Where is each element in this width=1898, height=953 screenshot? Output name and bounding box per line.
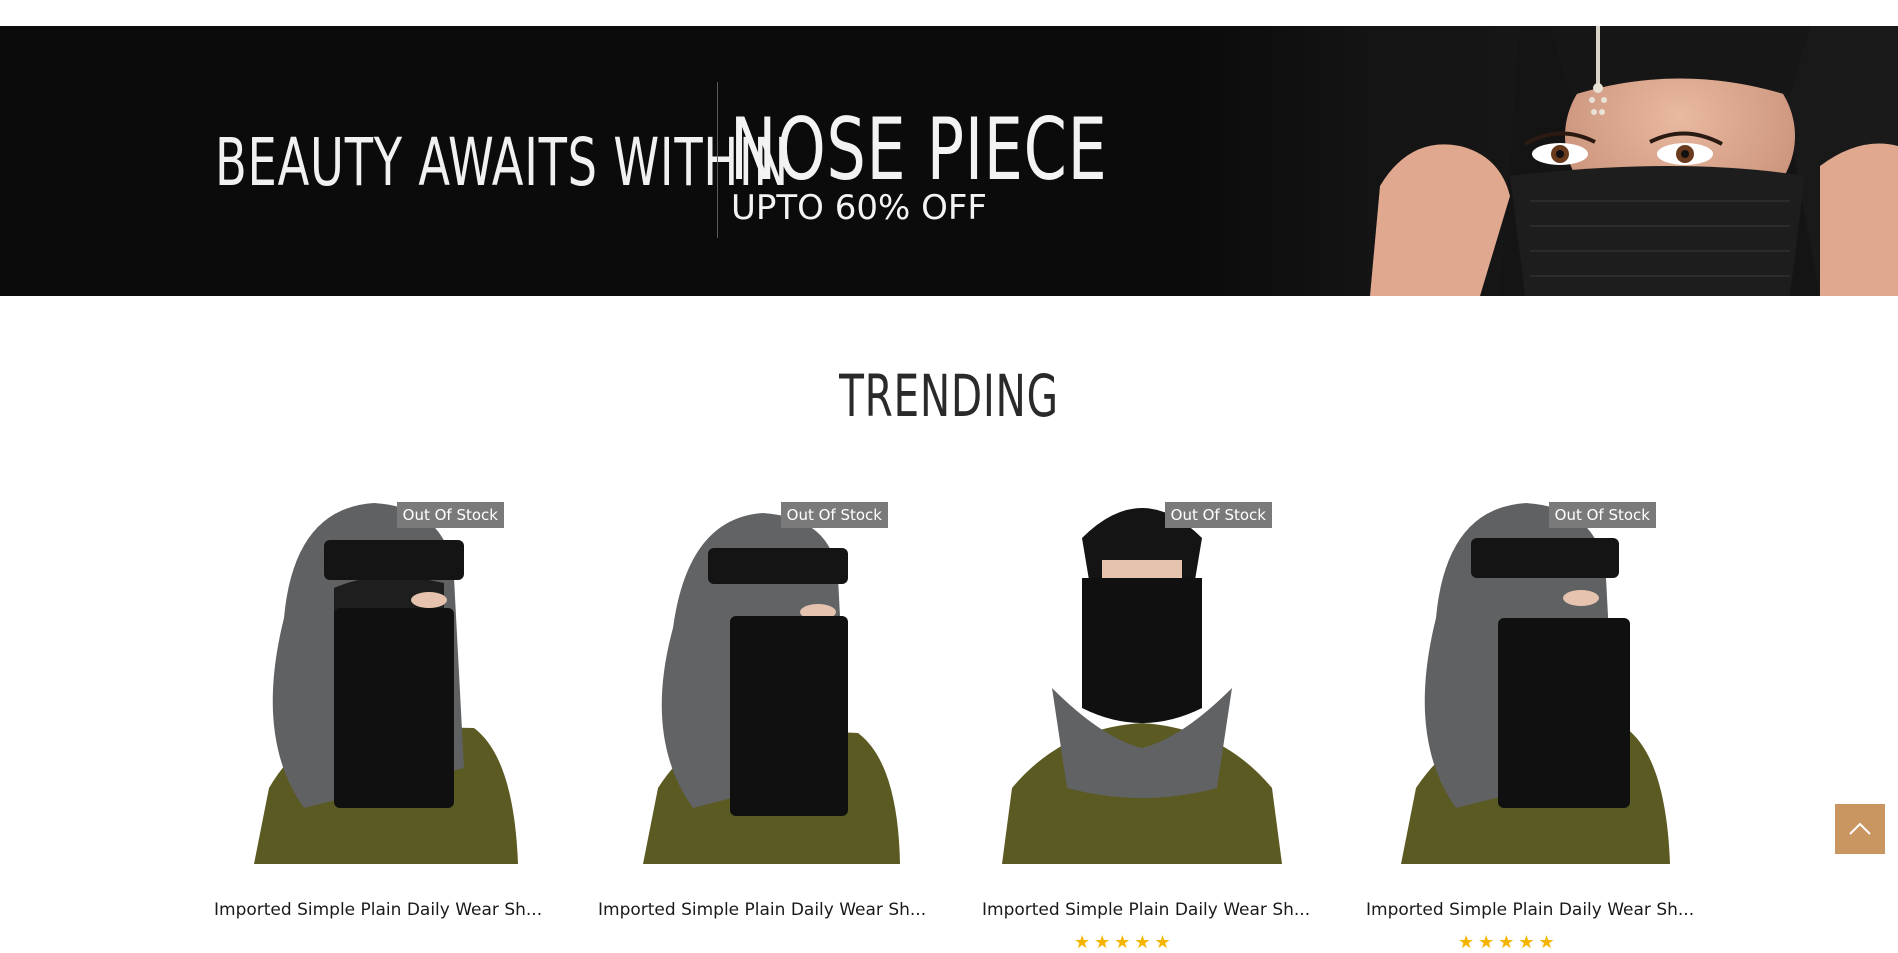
out-of-stock-badge: Out Of Stock — [396, 502, 504, 528]
banner-tagline: BEAUTY AWAITS WITHIN — [215, 124, 789, 201]
product-image[interactable] — [598, 488, 918, 864]
banner-promo-subtitle: UPTO 60% OFF — [731, 188, 987, 228]
back-to-top-button[interactable] — [1835, 804, 1885, 854]
trending-title: TRENDING — [0, 362, 1898, 430]
product-name[interactable]: Imported Simple Plain Daily Wear Sh... — [982, 900, 1310, 920]
chevron-up-icon — [1849, 822, 1871, 835]
banner-promo-title: NOSE PIECE — [730, 100, 1108, 200]
product-name[interactable]: Imported Simple Plain Daily Wear Sh... — [1366, 900, 1694, 920]
product-name[interactable]: Imported Simple Plain Daily Wear Sh... — [214, 900, 542, 920]
rating-stars: ★★★★★ — [1074, 932, 1175, 953]
banner-divider — [717, 82, 718, 238]
banner-model-image — [1370, 26, 1898, 296]
rating-stars: ★★★★★ — [1458, 932, 1559, 953]
product-card[interactable]: Out Of Stock Imported Simple Plain Daily… — [982, 488, 1310, 953]
top-strip — [0, 0, 1898, 26]
product-image[interactable] — [982, 488, 1302, 864]
out-of-stock-badge: Out Of Stock — [1548, 502, 1656, 528]
product-card[interactable]: Out Of Stock Imported Simple Plain Daily… — [1366, 488, 1694, 953]
product-name[interactable]: Imported Simple Plain Daily Wear Sh... — [598, 900, 926, 920]
product-card[interactable]: Out Of Stock Imported Simple Plain Daily… — [214, 488, 542, 942]
out-of-stock-badge: Out Of Stock — [1164, 502, 1272, 528]
trending-title-text: TRENDING — [839, 362, 1059, 430]
product-image[interactable] — [1366, 488, 1686, 864]
product-image[interactable] — [214, 488, 534, 864]
promo-banner[interactable]: BEAUTY AWAITS WITHIN NOSE PIECE UPTO 60%… — [0, 26, 1898, 296]
product-card[interactable]: Out Of Stock Imported Simple Plain Daily… — [598, 488, 926, 942]
out-of-stock-badge: Out Of Stock — [780, 502, 888, 528]
